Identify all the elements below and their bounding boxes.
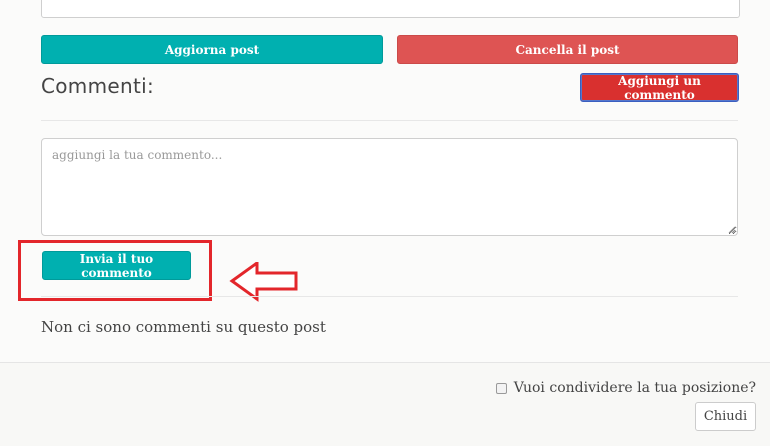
comments-heading: Commenti: bbox=[41, 74, 154, 98]
update-post-button[interactable]: Aggiorna post bbox=[41, 35, 383, 64]
modal-footer-divider bbox=[0, 362, 770, 363]
share-location-label: Vuoi condividere la tua posizione? bbox=[513, 380, 756, 396]
post-modal-body: Aggiorna post Cancella il post Commenti:… bbox=[0, 0, 770, 362]
share-location-checkbox[interactable] bbox=[495, 382, 507, 394]
post-content-textarea[interactable] bbox=[41, 0, 740, 18]
resize-grip-icon[interactable] bbox=[728, 226, 736, 234]
highlight-annotation bbox=[18, 240, 212, 301]
divider bbox=[41, 296, 738, 297]
close-button[interactable]: Chiudi bbox=[695, 402, 756, 431]
comment-input[interactable] bbox=[41, 138, 738, 236]
delete-post-button[interactable]: Cancella il post bbox=[397, 35, 738, 64]
add-comment-button[interactable]: Aggiungi un commento bbox=[580, 73, 739, 102]
divider bbox=[41, 120, 738, 121]
no-comments-message: Non ci sono commenti su questo post bbox=[41, 318, 326, 336]
share-location-row: Vuoi condividere la tua posizione? bbox=[495, 380, 756, 396]
